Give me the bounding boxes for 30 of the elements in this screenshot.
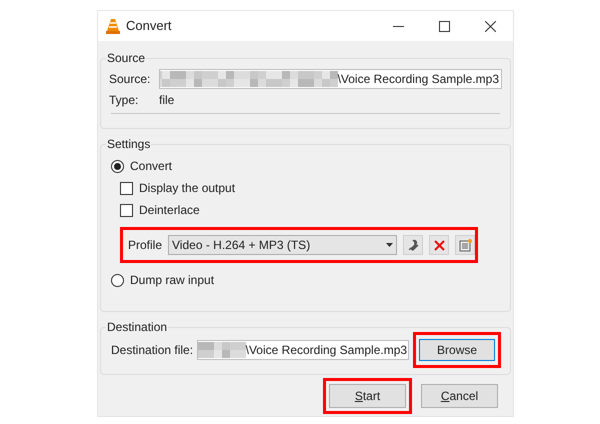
new-profile-button[interactable] (455, 235, 476, 255)
type-value: file (159, 92, 174, 109)
source-field[interactable]: \Voice Recording Sample.mp3 (159, 69, 502, 89)
destination-label: Destination file: (111, 342, 194, 359)
dropdown-arrow-icon (386, 243, 394, 247)
checkbox-label: Display the output (139, 180, 236, 197)
radio-button[interactable] (111, 160, 124, 172)
browse-button[interactable]: Browse (419, 339, 496, 361)
window-title: Convert (126, 17, 172, 36)
delete-profile-button[interactable] (429, 235, 450, 255)
x-icon (434, 240, 445, 250)
cone-icon (106, 18, 120, 34)
type-label: Type: (109, 92, 140, 109)
dialog-button[interactable]: Start (329, 384, 406, 408)
destination-field[interactable]: \Voice Recording Sample.mp3 (197, 340, 410, 360)
source-label: Source: (109, 71, 152, 88)
maximize-icon (438, 20, 450, 32)
edit-profile-button[interactable] (403, 235, 424, 255)
radio-button[interactable] (111, 274, 124, 286)
checkbox[interactable] (120, 204, 133, 216)
radio-label: Convert (130, 158, 172, 175)
wrench-icon (406, 238, 420, 252)
radio-label: Dump raw input (130, 272, 214, 289)
checkbox[interactable] (120, 182, 133, 194)
checkbox-label: Deinterlace (139, 202, 200, 219)
dialog-button[interactable]: Cancel (421, 384, 498, 408)
close-icon (484, 20, 496, 32)
list-icon (458, 238, 472, 252)
profile-dropdown[interactable]: Video - H.264 + MP3 (TS) (168, 235, 398, 255)
profile-label: Profile (128, 237, 162, 254)
